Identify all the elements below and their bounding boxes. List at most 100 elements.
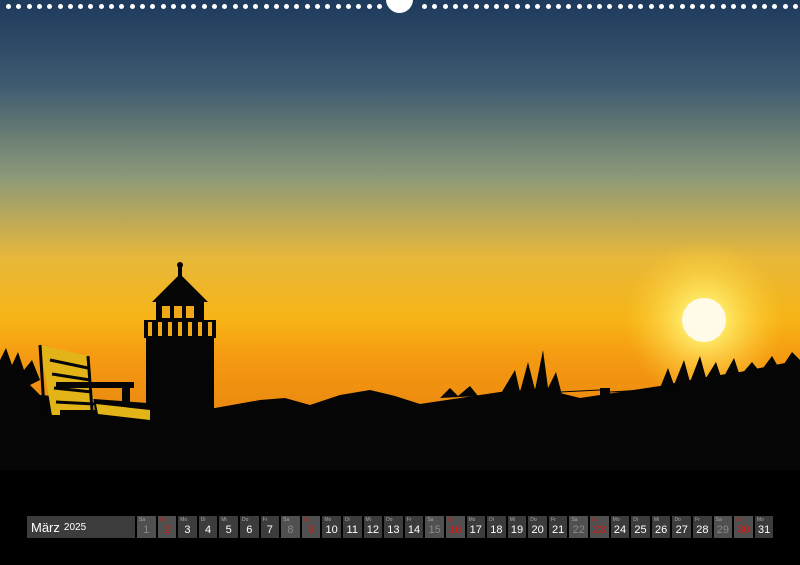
weekday-label: So bbox=[303, 517, 310, 523]
spiral-binding bbox=[0, 0, 800, 14]
day-number: 7 bbox=[266, 524, 273, 536]
day-number: 1 bbox=[143, 524, 150, 536]
binding-hole bbox=[555, 4, 561, 9]
binding-hole bbox=[638, 4, 644, 9]
weekday-label: Di bbox=[344, 517, 350, 523]
binding-hole bbox=[345, 4, 351, 9]
day-number: 14 bbox=[407, 524, 421, 536]
binding-hole bbox=[648, 4, 654, 9]
binding-hole bbox=[617, 4, 623, 9]
calendar-day: Do 27 bbox=[672, 516, 692, 538]
binding-hole bbox=[78, 4, 84, 9]
binding-hole bbox=[16, 4, 22, 9]
weekday-label: Mo bbox=[468, 517, 476, 523]
binding-hole bbox=[525, 4, 530, 9]
day-number: 10 bbox=[325, 524, 338, 536]
binding-hole bbox=[761, 4, 767, 9]
binding-hole bbox=[504, 4, 510, 9]
day-number: 30 bbox=[737, 524, 750, 536]
binding-hole bbox=[119, 4, 125, 9]
binding-hole bbox=[98, 4, 104, 9]
calendar-day: Fr 7 bbox=[260, 516, 280, 538]
calendar-day: Sa 29 bbox=[713, 516, 733, 538]
calendar-day: Di 4 bbox=[198, 516, 218, 538]
weekday-label: Di bbox=[200, 517, 206, 523]
binding-hole bbox=[170, 4, 176, 9]
weekday-label: Do bbox=[241, 517, 249, 523]
binding-hole bbox=[191, 4, 197, 9]
binding-hole bbox=[751, 4, 757, 9]
binding-hole bbox=[689, 4, 695, 9]
day-number: 11 bbox=[346, 524, 358, 536]
day-number: 13 bbox=[387, 524, 400, 536]
day-number: 5 bbox=[225, 524, 232, 536]
binding-hole bbox=[669, 4, 675, 9]
day-number: 29 bbox=[716, 524, 730, 536]
weekday-label: So bbox=[447, 517, 455, 523]
calendar-page: März 2025 Sa 1 So 2 Mo 3 Di 4 Mi 5 Do 6 Fr 7 Sa 8 So 9 Mo 1… bbox=[0, 0, 800, 565]
calendar-day: So 2 bbox=[157, 516, 177, 538]
weekday-label: Mi bbox=[653, 517, 660, 523]
day-number: 23 bbox=[593, 524, 606, 536]
binding-hole bbox=[273, 4, 279, 9]
calendar-day: Fr 14 bbox=[404, 516, 424, 538]
binding-hole bbox=[782, 4, 788, 9]
binding-hole bbox=[129, 4, 135, 9]
binding-hole bbox=[452, 4, 458, 9]
weekday-label: Mi bbox=[509, 517, 515, 523]
binding-hole bbox=[181, 4, 187, 9]
binding-hole bbox=[710, 4, 716, 9]
weekday-label: Mi bbox=[365, 517, 371, 523]
binding-hole bbox=[36, 4, 42, 9]
binding-hole bbox=[494, 4, 500, 9]
calendar-day: Mi 5 bbox=[219, 516, 238, 538]
calendar-day: Do 13 bbox=[384, 516, 403, 538]
binding-hole bbox=[47, 4, 53, 9]
binding-hole bbox=[212, 4, 217, 9]
binding-hole bbox=[150, 4, 156, 9]
calendar-day: Di 25 bbox=[631, 516, 650, 538]
day-number: 27 bbox=[675, 524, 688, 536]
binding-hole bbox=[335, 4, 341, 9]
binding-hole bbox=[566, 4, 572, 9]
binding-hole bbox=[284, 4, 290, 9]
weekday-label: Sa bbox=[283, 517, 290, 523]
binding-hole bbox=[576, 4, 582, 9]
binding-hole bbox=[597, 4, 603, 9]
calendar-day: Sa 15 bbox=[425, 516, 444, 538]
calendar-strip: März 2025 Sa 1 So 2 Mo 3 Di 4 Mi 5 Do 6 Fr 7 Sa 8 So 9 Mo 1… bbox=[27, 516, 774, 538]
weekday-label: Do bbox=[674, 517, 681, 523]
binding-hole bbox=[772, 4, 778, 9]
binding-hole bbox=[741, 4, 747, 9]
binding-hole bbox=[700, 4, 706, 9]
weekday-label: Mo bbox=[180, 517, 188, 523]
binding-hole bbox=[242, 4, 248, 9]
day-number: 18 bbox=[490, 524, 503, 536]
day-number: 2 bbox=[163, 524, 170, 536]
day-number: 3 bbox=[184, 524, 191, 536]
binding-hole bbox=[67, 4, 73, 9]
day-number: 12 bbox=[366, 524, 379, 536]
weekday-label: Sa bbox=[139, 517, 146, 523]
binding-hole bbox=[545, 4, 551, 9]
day-number: 4 bbox=[205, 524, 212, 536]
binding-hole bbox=[679, 4, 685, 9]
binding-hole bbox=[731, 4, 736, 9]
binding-hole bbox=[201, 4, 207, 9]
binding-hole bbox=[160, 4, 166, 9]
calendar-day: Mo 24 bbox=[610, 516, 630, 538]
binding-hole bbox=[473, 4, 479, 9]
weekday-label: Di bbox=[489, 517, 494, 523]
binding-hole bbox=[366, 4, 372, 9]
day-number: 26 bbox=[655, 524, 668, 536]
calendar-day: So 16 bbox=[445, 516, 465, 538]
day-number: 6 bbox=[246, 524, 253, 536]
day-number: 9 bbox=[307, 524, 315, 536]
calendar-day: Mi 19 bbox=[507, 516, 527, 538]
calendar-day: Do 20 bbox=[528, 516, 547, 538]
binding-hole bbox=[535, 4, 541, 9]
binding-hole bbox=[607, 4, 613, 9]
calendar-day: Fr 21 bbox=[548, 516, 568, 538]
day-number: 20 bbox=[531, 524, 544, 536]
binding-hole bbox=[628, 4, 633, 9]
